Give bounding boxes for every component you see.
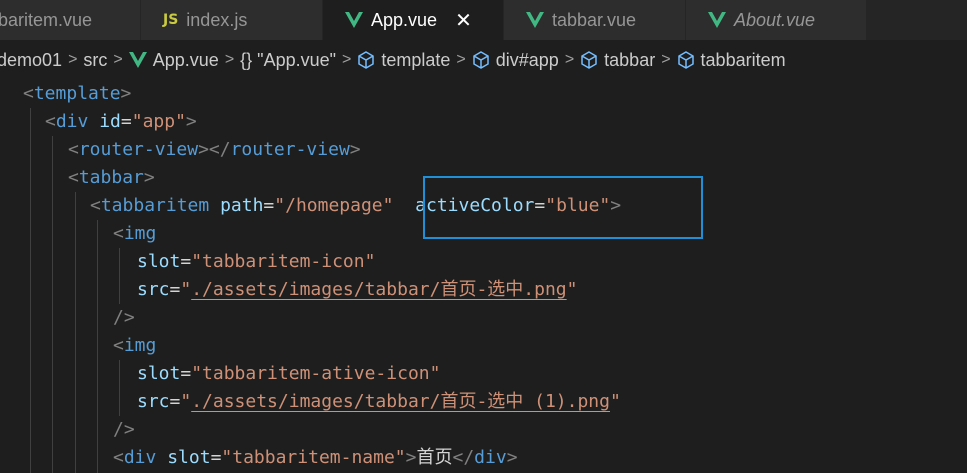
breadcrumb-label: src [83,49,108,70]
code-line: src="./assets/images/tabbar/首页-选中 (1).pn… [137,391,621,412]
code-line: <div slot="tabbaritem-name">首页</div> [113,447,518,468]
indent-guide [30,108,31,473]
vue-icon [128,52,147,68]
tab-app-vue[interactable]: App.vue ✕ [323,0,504,40]
breadcrumb-item-app-vue[interactable]: App.vue [128,49,219,71]
tab-label: About.vue [734,9,816,30]
vue-icon [708,12,726,28]
breadcrumb-label: div#app [495,49,559,70]
vue-icon [345,12,363,28]
vue-icon [526,12,544,28]
indent-guide [75,192,76,473]
breadcrumb-label: {} "App.vue" [240,49,337,70]
indent-guide [97,220,98,473]
cube-icon [472,51,490,69]
breadcrumb-item-src[interactable]: src [83,50,107,71]
breadcrumb-label: tabbaritem [700,49,786,70]
chevron-right-icon: > [224,51,235,68]
file-path-link[interactable]: ./assets/images/tabbar/首页-选中 (1).png [191,391,610,412]
tab-label: tabbar.vue [552,9,637,30]
breadcrumb-item-tabbaritem[interactable]: tabbaritem [677,50,786,71]
tab-baritem-vue[interactable]: baritem.vue [0,0,141,40]
tab-about-vue[interactable]: About.vue [686,0,867,40]
indent-guide [119,248,120,304]
highlight-box [423,176,703,239]
tab-label: App.vue [371,9,438,30]
indent-guide [119,360,120,416]
code-line: <img [113,223,157,244]
chevron-right-icon: > [342,51,352,68]
code-line: <router-view></router-view> [68,139,361,160]
tab-index-js[interactable]: JS index.js [141,0,323,40]
breadcrumb-item-div-app[interactable]: div#app [472,50,559,71]
tab-tabbar-vue[interactable]: tabbar.vue [504,0,686,40]
close-icon[interactable]: ✕ [455,8,472,33]
editor-tab-bar: baritem.vue JS index.js App.vue ✕ tabbar… [0,0,967,40]
breadcrumb-item-tabbar[interactable]: tabbar [580,50,655,71]
chevron-right-icon: > [564,51,575,68]
breadcrumb-item-demo01[interactable]: demo01 [0,50,62,71]
breadcrumb-label: tabbar [604,49,656,70]
chevron-right-icon: > [113,51,123,68]
code-line: <div id="app"> [45,111,197,132]
chevron-right-icon: > [661,51,671,68]
tab-label: index.js [186,9,248,30]
breadcrumb-label: App.vue [152,49,219,70]
indent-guide [52,136,53,473]
chevron-right-icon: > [456,51,466,68]
code-editor[interactable]: <template> <div id="app"> <router-view><… [0,80,967,473]
code-line: /> [113,419,135,440]
code-line: slot="tabbaritem-icon" [137,251,376,272]
breadcrumb-label: template [381,49,451,70]
breadcrumb-label: demo01 [0,49,63,70]
code-line: <template> [23,83,132,104]
breadcrumb: demo01 > src > App.vue > {} "App.vue" > … [0,40,967,80]
cube-icon [677,51,695,69]
code-line: <img [113,335,157,356]
breadcrumb-item-template[interactable]: template [357,50,450,71]
js-icon: JS [163,12,179,28]
code-line: /> [113,307,135,328]
chevron-right-icon: > [68,51,78,68]
cube-icon [357,51,375,69]
code-line: slot="tabbaritem-ative-icon" [137,363,441,384]
code-line: <tabbar> [68,167,155,188]
file-path-link[interactable]: ./assets/images/tabbar/首页-选中.png [191,279,566,300]
cube-icon [580,51,598,69]
tab-label: baritem.vue [0,9,93,30]
breadcrumb-item-app-module[interactable]: {} "App.vue" [240,50,336,71]
code-line: src="./assets/images/tabbar/首页-选中.png" [137,279,578,300]
